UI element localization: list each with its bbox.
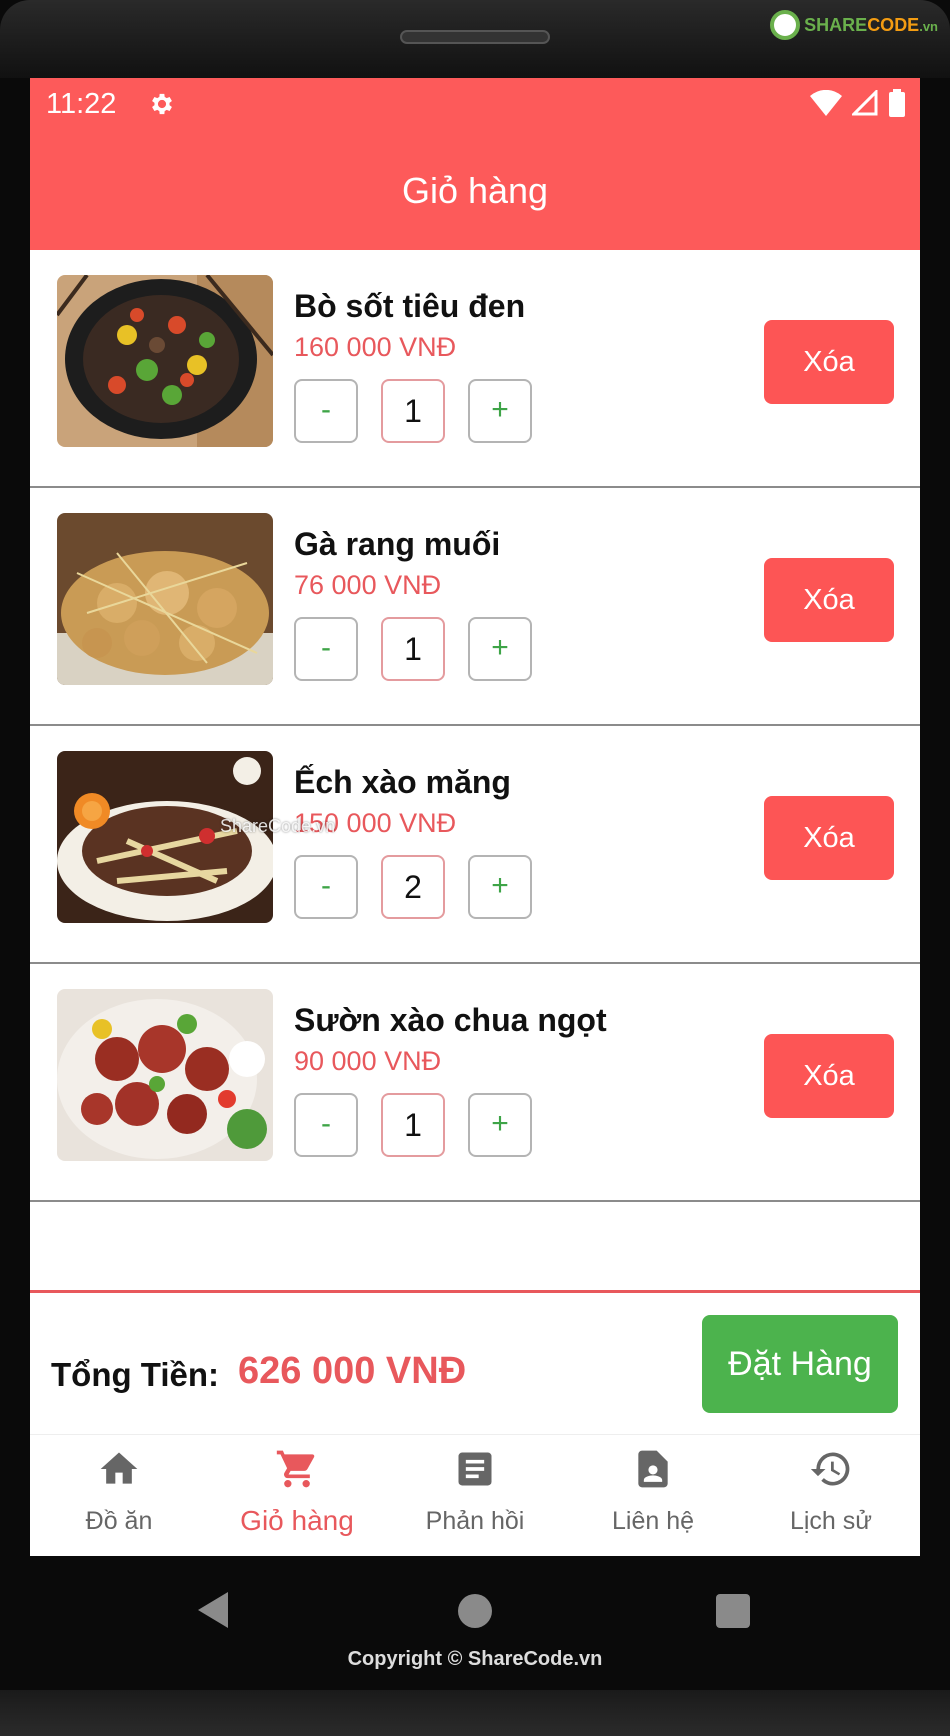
food-image-sweet-sour-ribs (57, 989, 273, 1161)
cart-icon (276, 1450, 315, 1488)
history-icon (810, 1452, 850, 1486)
item-price: 76 000 VNĐ (294, 570, 442, 600)
delete-item-button[interactable]: Xóa (764, 558, 894, 642)
status-time: 11:22 (46, 88, 117, 120)
quantity-field[interactable]: 1 (381, 617, 445, 681)
app-screen: 11:22 Giỏ hàng Bò sốt tiêu đen 160 000 V… (30, 78, 920, 1556)
logo-text-code: CODE (867, 14, 920, 35)
item-price: 90 000 VNĐ (294, 1046, 442, 1076)
quantity-field[interactable]: 1 (381, 1093, 445, 1157)
nav-item-cart[interactable]: Giỏ hàng (208, 1435, 386, 1556)
nav-item-food[interactable]: Đồ ăn (30, 1435, 208, 1556)
delete-item-button[interactable]: Xóa (764, 1034, 894, 1118)
quantity-field[interactable]: 1 (381, 379, 445, 443)
item-name: Ếch xào măng (294, 764, 511, 800)
decrease-qty-button[interactable]: - (294, 855, 358, 919)
decrease-qty-button[interactable]: - (294, 617, 358, 681)
nav-label: Liên hệ (611, 1507, 695, 1535)
cart-item: Ếch xào măng 150 000 VNĐ - 2 + Xóa Share… (30, 726, 920, 964)
increase-qty-button[interactable]: + (468, 617, 532, 681)
contact-icon (638, 1450, 668, 1488)
cart-list[interactable]: Bò sốt tiêu đen 160 000 VNĐ - 1 + Xóa Gà… (30, 250, 920, 1202)
home-icon (100, 1452, 138, 1484)
status-bar: 11:22 (30, 78, 920, 128)
item-name: Sườn xào chua ngọt (294, 1002, 607, 1038)
status-icons (810, 89, 906, 117)
increase-qty-button[interactable]: + (468, 855, 532, 919)
nav-label: Lịch sử (789, 1507, 873, 1535)
item-price: 160 000 VNĐ (294, 332, 457, 362)
decrease-qty-button[interactable]: - (294, 379, 358, 443)
recents-icon[interactable] (716, 1594, 750, 1628)
cart-item: Gà rang muối 76 000 VNĐ - 1 + Xóa (30, 488, 920, 726)
phone-frame: SHARECODE.vn 11:22 Giỏ hàng Bò sốt tiêu … (0, 0, 950, 1736)
phone-top-bezel: SHARECODE.vn (0, 0, 950, 78)
sharecode-logo: SHARECODE.vn (770, 8, 938, 42)
nav-item-contact[interactable]: Liên hệ (564, 1435, 742, 1556)
delete-item-button[interactable]: Xóa (764, 320, 894, 404)
place-order-button[interactable]: Đặt Hàng (702, 1315, 898, 1413)
gear-icon (152, 93, 172, 115)
logo-text-suffix: .vn (919, 18, 938, 34)
nav-label: Phản hồi (425, 1507, 525, 1535)
home-circle-icon[interactable] (458, 1594, 492, 1628)
sharecode-logo-icon (770, 10, 801, 40)
logo-text-share: SHARE (804, 14, 868, 35)
decrease-qty-button[interactable]: - (294, 1093, 358, 1157)
app-bar: 11:22 Giỏ hàng (30, 78, 920, 250)
bottom-navigation: Đồ ăn Giỏ hàng Phản hồi Liên hệ Lịch sử (30, 1434, 920, 1556)
increase-qty-button[interactable]: + (468, 379, 532, 443)
overlay-watermark: ShareCode.vn (220, 816, 336, 836)
delete-item-button[interactable]: Xóa (764, 796, 894, 880)
food-image-salt-roasted-chicken (57, 513, 273, 685)
quantity-field[interactable]: 2 (381, 855, 445, 919)
nav-item-history[interactable]: Lịch sử (742, 1435, 920, 1556)
document-icon (458, 1452, 492, 1486)
wifi-icon (810, 90, 842, 116)
cart-item: Sườn xào chua ngọt 90 000 VNĐ - 1 + Xóa (30, 964, 920, 1202)
cell-signal-icon (852, 90, 878, 116)
item-name: Bò sốt tiêu đen (294, 288, 526, 324)
food-image-frog-bamboo-stirfry (57, 751, 273, 923)
phone-bottom-bezel (0, 1690, 950, 1736)
total-label: Tổng Tiền: (51, 1356, 220, 1393)
copyright-text: Copyright © ShareCode.vn (347, 1648, 603, 1670)
back-icon[interactable] (198, 1592, 228, 1628)
food-image-black-pepper-beef (57, 275, 273, 447)
speaker-grille (400, 30, 550, 44)
nav-label: Giỏ hàng (240, 1505, 354, 1536)
battery-icon (889, 89, 905, 117)
total-value: 626 000 VNĐ (238, 1350, 467, 1392)
total-bar: Tổng Tiền: 626 000 VNĐ Đặt Hàng (30, 1290, 920, 1430)
item-name: Gà rang muối (294, 526, 501, 562)
nav-item-feedback[interactable]: Phản hồi (386, 1435, 564, 1556)
increase-qty-button[interactable]: + (468, 1093, 532, 1157)
page-title: Giỏ hàng (401, 170, 549, 211)
cart-item: Bò sốt tiêu đen 160 000 VNĐ - 1 + Xóa (30, 250, 920, 488)
nav-label: Đồ ăn (85, 1507, 153, 1535)
